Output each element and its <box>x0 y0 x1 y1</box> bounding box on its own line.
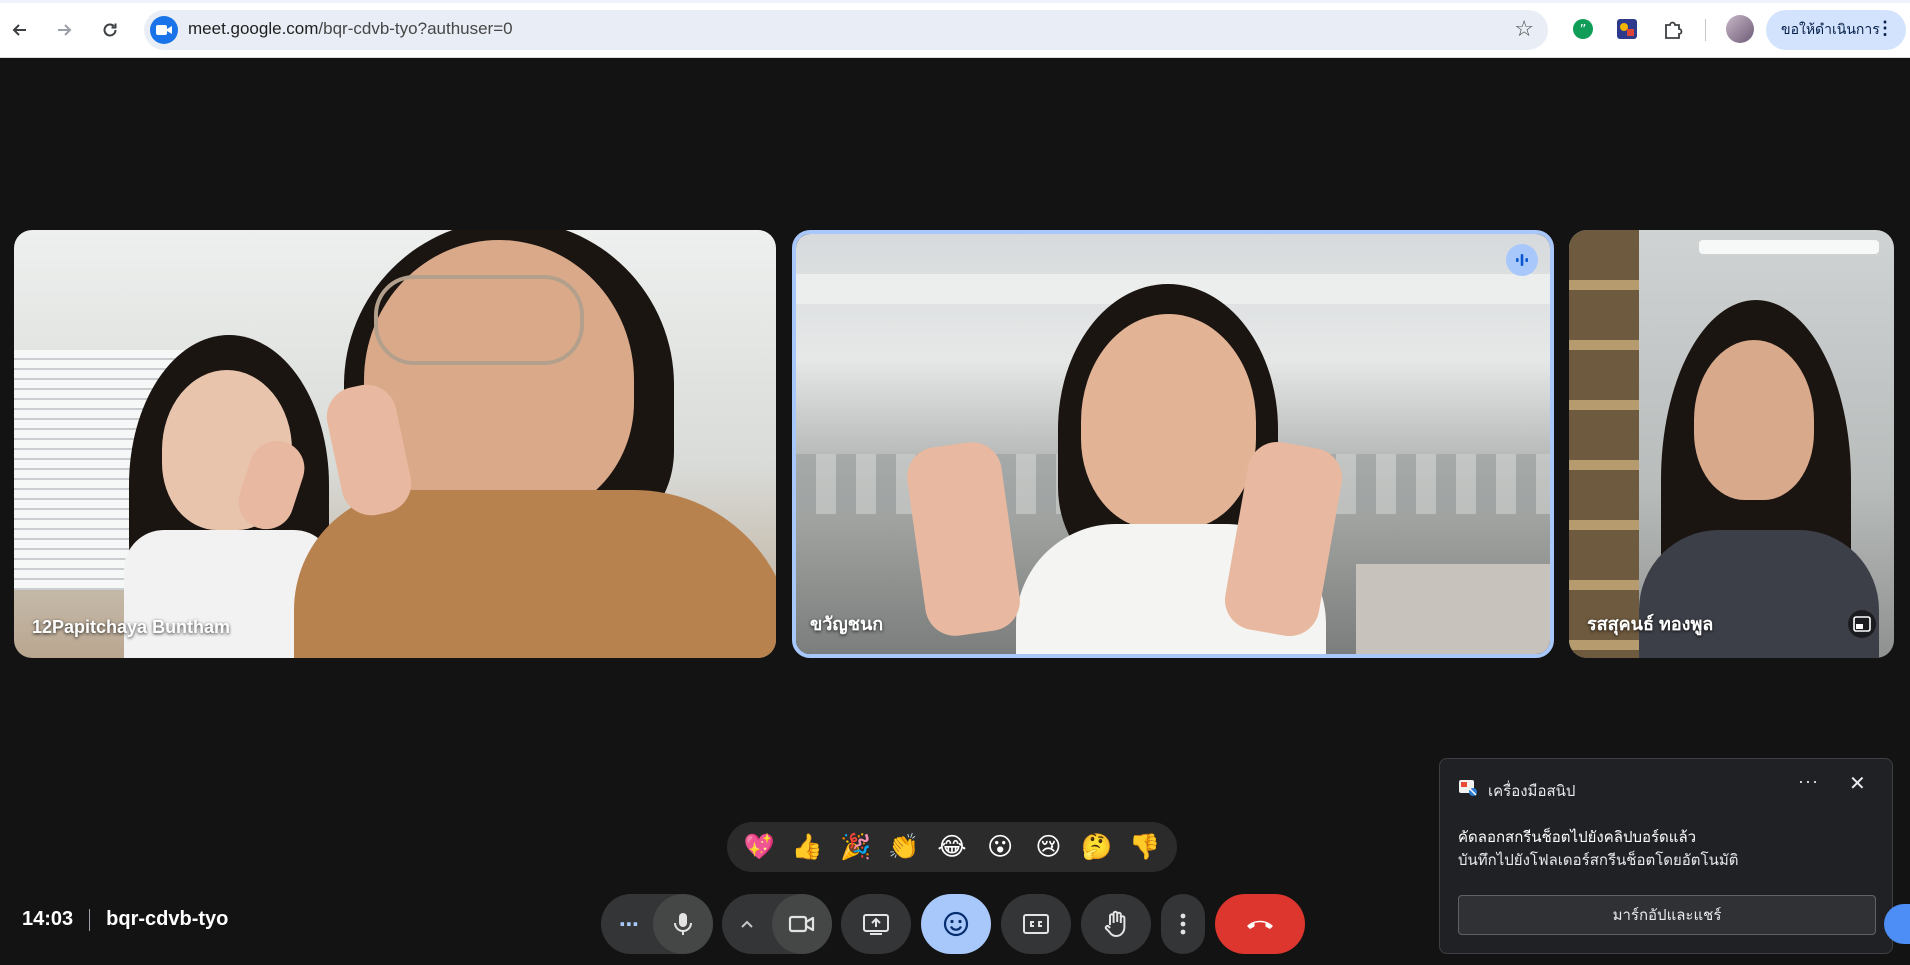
address-bar[interactable]: meet.google.com/bqr-cdvb-tyo?authuser=0 … <box>144 10 1548 50</box>
reaction-bar: 💖 👍 🎉 👏 😂 😮 😢 🤔 👎 <box>727 822 1177 872</box>
meeting-code: bqr-cdvb-tyo <box>106 908 229 930</box>
reload-button[interactable] <box>92 12 128 48</box>
send-reaction-button[interactable] <box>921 894 991 954</box>
profile-avatar[interactable] <box>1726 15 1754 43</box>
participant-name: 12Papitchaya Buntham <box>32 617 231 637</box>
meet-site-icon[interactable] <box>150 16 178 44</box>
tab-strip-edge <box>0 0 1910 3</box>
video-options-button[interactable] <box>722 894 772 954</box>
svg-text:”: ” <box>1580 23 1587 38</box>
reaction-clapping[interactable]: 👏 <box>884 822 924 872</box>
camera-icon <box>788 915 815 933</box>
forward-button[interactable] <box>46 12 82 48</box>
notification-close-icon[interactable]: ✕ <box>1849 771 1866 796</box>
present-screen-button[interactable] <box>841 894 911 954</box>
camera-button[interactable] <box>772 894 832 954</box>
microphone-icon <box>674 913 692 935</box>
snipping-tool-notification: เครื่องมือสนิป ··· ✕ คัดลอกสกรีนช็อตไปยั… <box>1439 758 1893 954</box>
microphone-button[interactable] <box>653 894 713 954</box>
notification-app-name: เครื่องมือสนิป <box>1488 783 1576 800</box>
leave-call-button[interactable] <box>1215 894 1305 954</box>
speaking-indicator-icon <box>1506 244 1538 276</box>
url-text[interactable]: meet.google.com/bqr-cdvb-tyo?authuser=0 <box>188 19 513 39</box>
present-screen-icon <box>863 914 889 935</box>
raise-hand-icon <box>1104 910 1126 937</box>
participant-face <box>1081 314 1256 529</box>
browser-menu-icon[interactable]: ⋮ <box>1876 18 1894 39</box>
office-desk <box>1356 564 1550 654</box>
toolbar-divider <box>1705 19 1706 41</box>
reload-icon <box>103 23 117 37</box>
participant-name: รสสุคนธ์ ทองพูล <box>1587 614 1714 634</box>
participant-tile[interactable]: 12Papitchaya Buntham <box>14 230 776 658</box>
puzzle-game-extension-icon[interactable] <box>1614 16 1640 42</box>
markup-and-share-button[interactable]: มาร์กอัปและแชร์ <box>1458 895 1876 935</box>
extensions-puzzle-icon[interactable] <box>1660 16 1686 42</box>
back-button[interactable] <box>2 12 38 48</box>
captions-button[interactable] <box>1001 894 1071 954</box>
more-vertical-icon <box>1180 913 1186 935</box>
eyeglasses <box>374 275 584 365</box>
participant-tile[interactable]: รสสุคนธ์ ทองพูล <box>1569 230 1894 658</box>
reaction-crying[interactable]: 😢 <box>1028 822 1068 872</box>
ceiling-light <box>1699 240 1879 254</box>
meeting-info: 14:03 bqr-cdvb-tyo <box>22 908 228 931</box>
quote-extension-icon[interactable]: ” <box>1570 16 1596 42</box>
meeting-clock: 14:03 <box>22 908 74 930</box>
closed-captions-icon <box>1023 914 1049 934</box>
participant-shirt <box>1639 530 1879 658</box>
picture-in-picture-icon[interactable] <box>1848 610 1876 638</box>
snipping-tool-icon <box>1458 777 1478 797</box>
hang-up-phone-icon <box>1247 920 1273 929</box>
more-options-button[interactable] <box>1161 894 1205 954</box>
reaction-tears-of-joy[interactable]: 😂 <box>932 822 972 872</box>
notification-title: คัดลอกสกรีนช็อตไปยังคลิปบอร์ดแล้ว <box>1458 829 1697 846</box>
reaction-surprised[interactable]: 😮 <box>980 822 1020 872</box>
wall-pictures <box>1569 230 1639 658</box>
raise-hand-button[interactable] <box>1081 894 1151 954</box>
participant-tile-active-speaker[interactable]: ขวัญชนก <box>792 230 1554 658</box>
meeting-info-divider <box>89 908 91 931</box>
reaction-party-popper[interactable]: 🎉 <box>836 822 876 872</box>
reaction-thumbs-up[interactable]: 👍 <box>787 822 827 872</box>
audio-options-button[interactable]: ⋯ <box>601 894 657 954</box>
back-arrow-icon <box>12 24 26 36</box>
emoji-smile-icon <box>943 911 969 937</box>
action-pill-label: ขอให้ดำเนินการ <box>1781 21 1880 37</box>
notification-more-icon[interactable]: ··· <box>1798 771 1819 792</box>
forward-arrow-icon <box>58 24 72 36</box>
browser-toolbar: meet.google.com/bqr-cdvb-tyo?authuser=0 … <box>0 0 1910 58</box>
participant-name: ขวัญชนก <box>810 614 884 634</box>
participant-face <box>1694 340 1814 500</box>
reaction-sparkling-heart[interactable]: 💖 <box>739 822 779 872</box>
bookmark-star-icon[interactable]: ☆ <box>1514 17 1534 42</box>
more-horizontal-icon: ⋯ <box>619 912 639 936</box>
reaction-thumbs-down[interactable]: 👎 <box>1125 822 1165 872</box>
chevron-up-icon <box>741 920 753 928</box>
reaction-thinking[interactable]: 🤔 <box>1077 822 1117 872</box>
notification-body: บันทึกไปยังโฟลเดอร์สกรีนช็อตโดยอัตโนมัติ <box>1458 852 1739 869</box>
action-pill-button[interactable]: ขอให้ดำเนินการ ⋮ <box>1766 10 1906 50</box>
